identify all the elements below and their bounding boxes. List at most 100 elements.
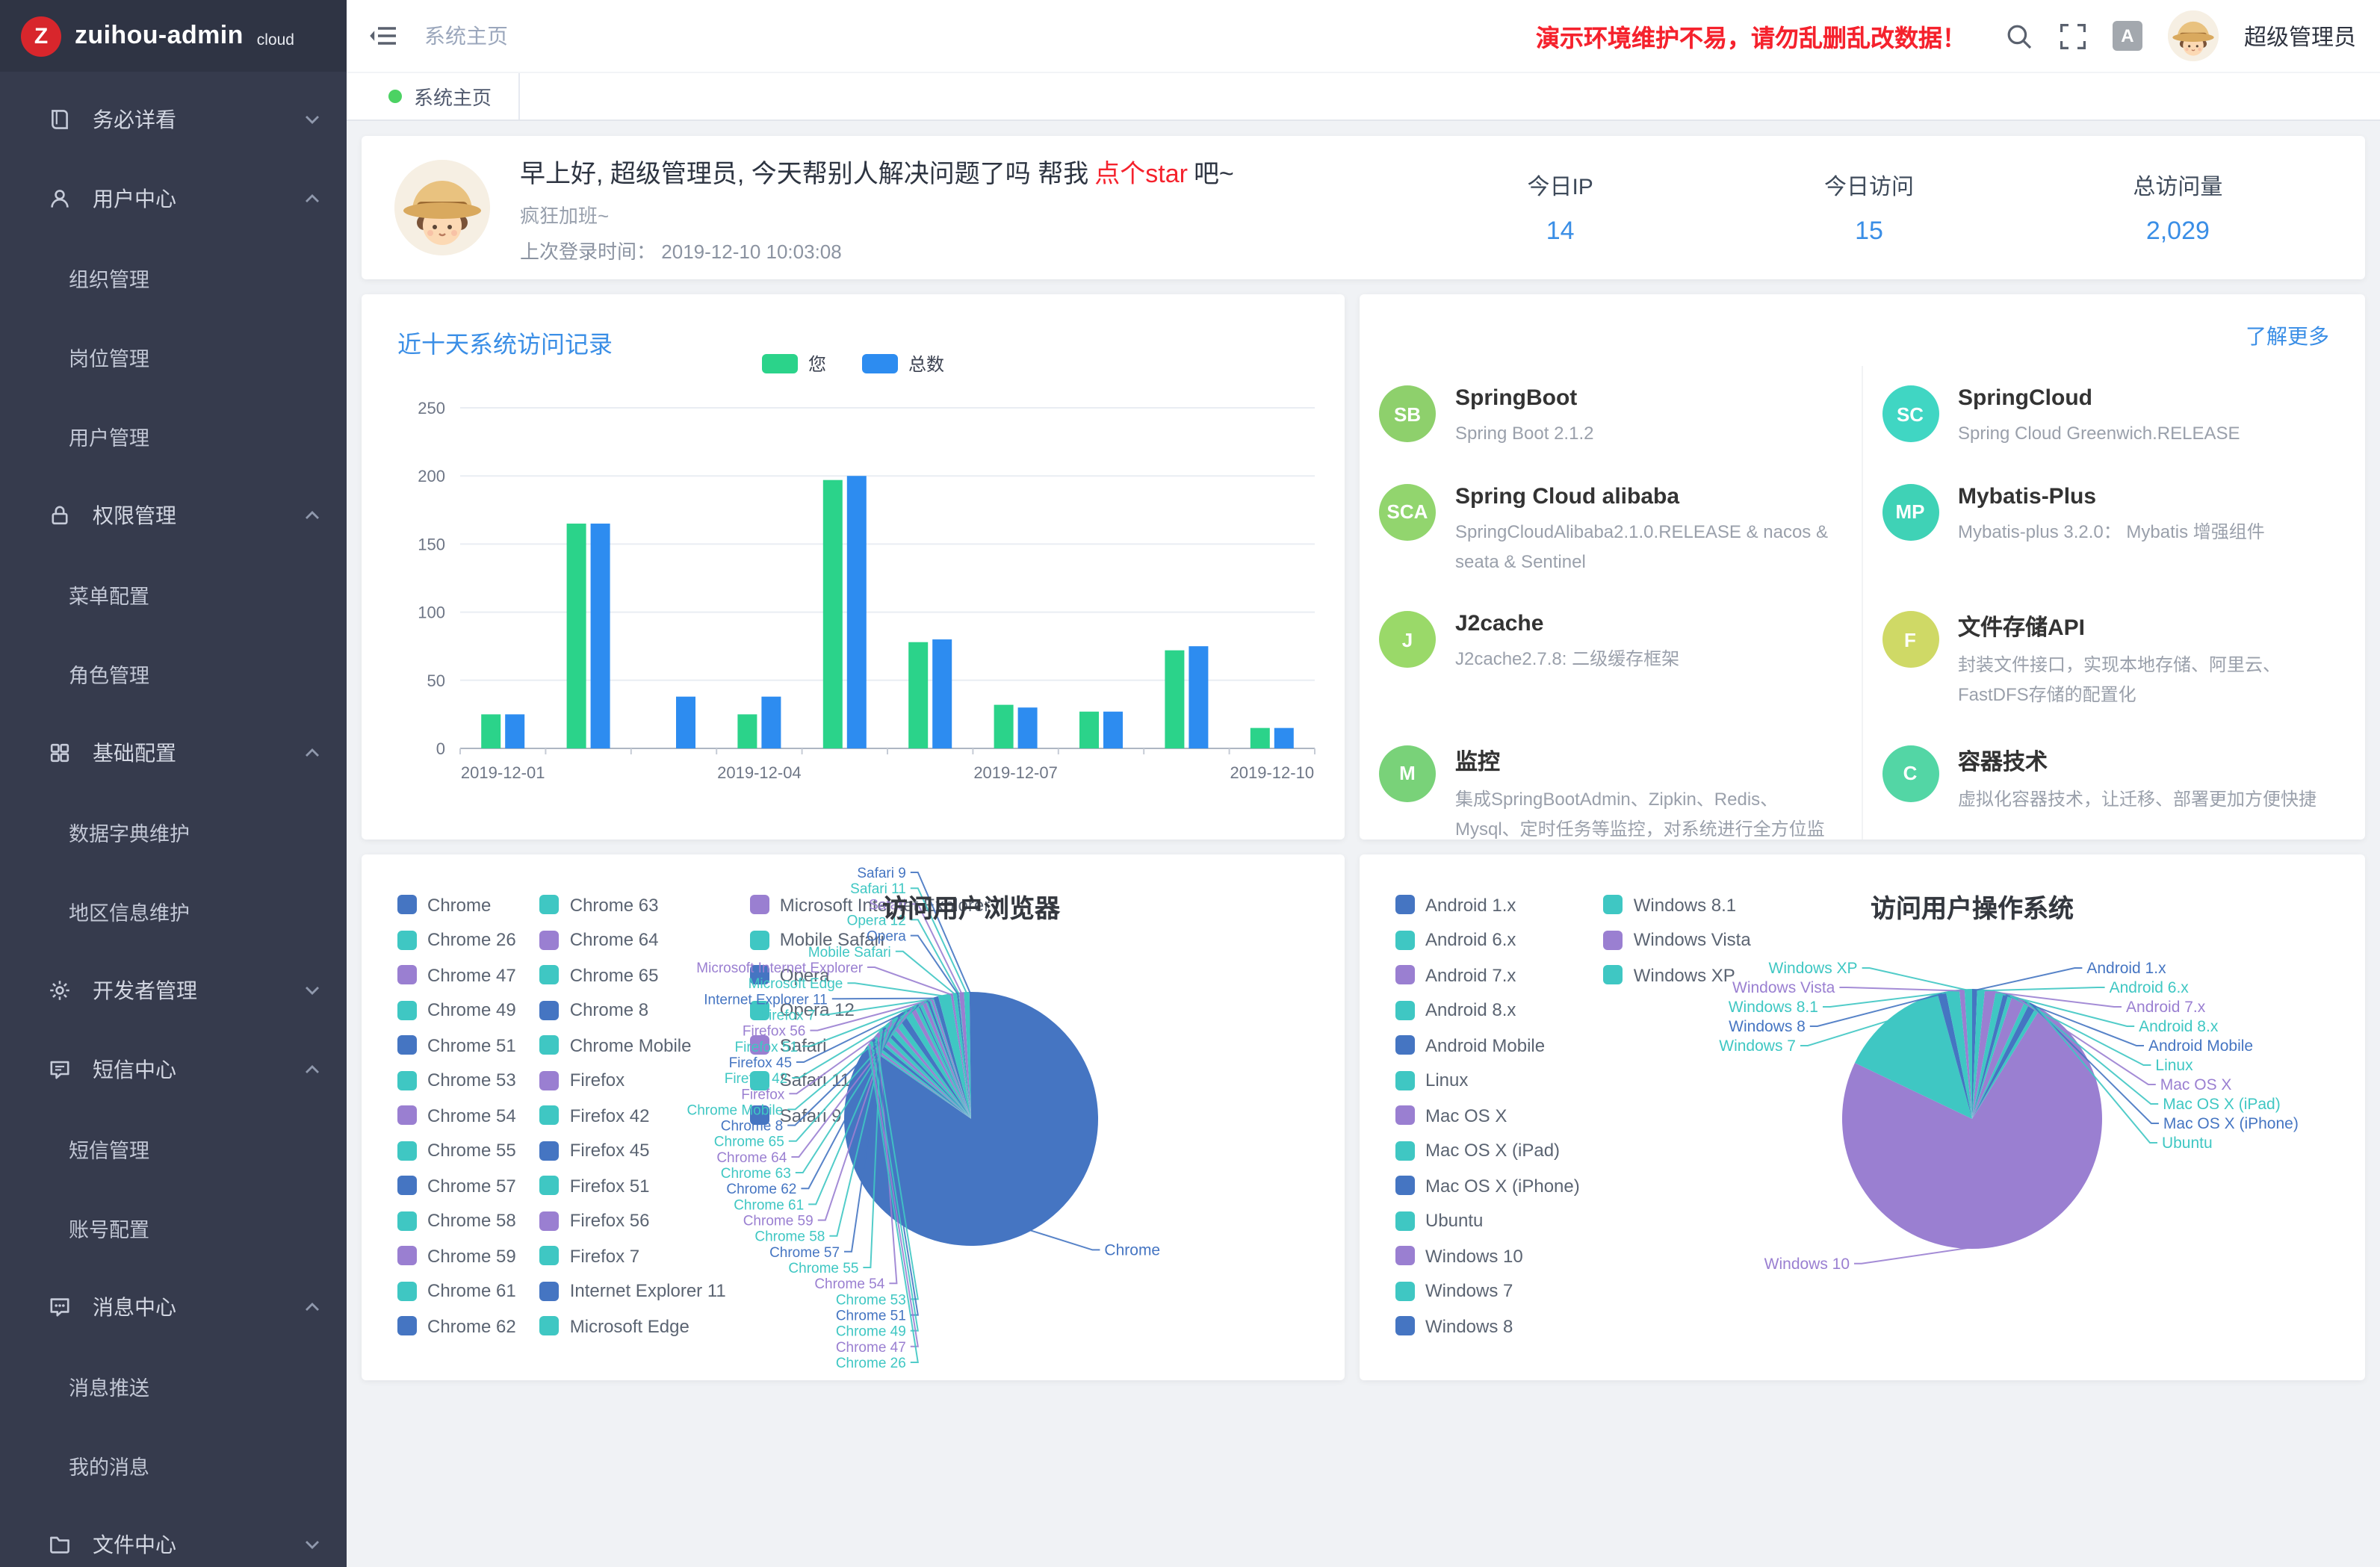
sidebar-item-developer[interactable]: 开发者管理 <box>0 950 347 1029</box>
bar-您-2019-12-09[interactable] <box>1165 651 1184 748</box>
pie-slice-Mac OS X[interactable] <box>1972 996 2025 1119</box>
pie-slice-Windows 8[interactable] <box>1938 992 1972 1119</box>
tab-system-home[interactable]: 系统主页 <box>362 73 520 120</box>
sidebar-subitem[interactable]: 短信管理 <box>0 1108 347 1188</box>
sidebar-subitem[interactable]: 数据字典维护 <box>0 792 347 871</box>
pie-slice-Windows XP[interactable] <box>1965 989 1972 1119</box>
pie-slice-Android 8.x[interactable] <box>1972 991 2004 1119</box>
font-size-icon[interactable]: A <box>2113 21 2142 51</box>
legend-item[interactable]: Chrome 61 <box>397 1273 540 1309</box>
sidebar-item-user-center[interactable]: 用户中心 <box>0 158 347 238</box>
sidebar-subitem[interactable]: 组织管理 <box>0 238 347 317</box>
legend-item[interactable]: Chrome 57 <box>397 1168 540 1203</box>
pie-slice-Mac OS X (iPhone)[interactable] <box>1972 1002 2036 1119</box>
legend-item[interactable]: Chrome 65 <box>540 958 750 993</box>
legend-item[interactable]: Mac OS X <box>1395 1098 1604 1133</box>
legend-item[interactable]: Firefox 51 <box>540 1168 750 1203</box>
legend-item[interactable]: Safari <box>750 1028 1014 1063</box>
legend-item[interactable]: Firefox 7 <box>540 1238 750 1273</box>
legend-item[interactable]: Safari 11 <box>750 1063 1014 1098</box>
bar-总数-2019-12-08[interactable] <box>1103 712 1123 748</box>
legend-item[interactable]: Chrome 51 <box>397 1028 540 1063</box>
bar-总数-2019-12-04[interactable] <box>761 697 781 748</box>
pie-slice-Android 1.x[interactable] <box>1972 989 1977 1119</box>
legend-item[interactable]: Microsoft Edge <box>540 1309 750 1344</box>
legend-item[interactable]: Chrome 55 <box>397 1133 540 1168</box>
pie-slice-Mac OS X (iPad)[interactable] <box>1972 1000 2030 1119</box>
sidebar-item-base-config[interactable]: 基础配置 <box>0 713 347 792</box>
legend-item[interactable]: Chrome Mobile <box>540 1028 750 1063</box>
sidebar-subitem[interactable]: 账号配置 <box>0 1188 347 1267</box>
legend-item[interactable]: Windows 7 <box>1395 1273 1604 1309</box>
bar-您-2019-12-10[interactable] <box>1251 728 1270 748</box>
sidebar-item-message-center[interactable]: 消息中心 <box>0 1267 347 1346</box>
bar-总数-2019-12-03[interactable] <box>676 697 695 748</box>
legend-item[interactable]: Android 1.x <box>1395 887 1604 922</box>
username[interactable]: 超级管理员 <box>2244 20 2356 52</box>
bar-您-2019-12-02[interactable] <box>567 524 586 748</box>
pie-slice-Windows 7[interactable] <box>1855 993 1972 1119</box>
pie-slice-Android Mobile[interactable] <box>1972 993 2009 1119</box>
legend-item[interactable]: Android Mobile <box>1395 1028 1604 1063</box>
legend-item[interactable]: Chrome 63 <box>540 887 750 922</box>
bar-总数-2019-12-05[interactable] <box>847 476 867 748</box>
legend-item[interactable]: Firefox 42 <box>540 1098 750 1133</box>
pie-slice-Linux[interactable] <box>1972 994 2012 1119</box>
sidebar-subitem[interactable]: 用户管理 <box>0 396 347 475</box>
legend-item[interactable]: Chrome 64 <box>540 922 750 958</box>
legend-item[interactable]: Windows 10 <box>1395 1238 1604 1273</box>
legend-item[interactable]: Chrome 59 <box>397 1238 540 1273</box>
legend-item[interactable]: Opera 12 <box>750 993 1014 1028</box>
legend-item[interactable]: Ubuntu <box>1395 1203 1604 1238</box>
sidebar-subitem[interactable]: 菜单配置 <box>0 554 347 633</box>
bar-总数-2019-12-09[interactable] <box>1189 646 1208 748</box>
user-avatar[interactable] <box>2168 10 2219 61</box>
fullscreen-icon[interactable] <box>2059 22 2087 50</box>
legend-item[interactable]: Chrome 53 <box>397 1063 540 1098</box>
bar-legend-item[interactable]: 总数 <box>862 351 944 376</box>
legend-item[interactable]: Firefox <box>540 1063 750 1098</box>
legend-item[interactable]: Windows 8 <box>1395 1309 1604 1344</box>
sidebar-item-file-center[interactable]: 文件中心 <box>0 1504 347 1567</box>
legend-item[interactable]: Android 8.x <box>1395 993 1604 1028</box>
legend-item[interactable]: Opera <box>750 958 1014 993</box>
legend-item[interactable]: Internet Explorer 11 <box>540 1273 750 1309</box>
legend-item[interactable]: Safari 9 <box>750 1098 1014 1133</box>
pie-slice-Windows 10[interactable] <box>1842 1008 2102 1249</box>
legend-item[interactable]: Chrome 49 <box>397 993 540 1028</box>
sidebar-subitem[interactable]: 我的消息 <box>0 1425 347 1504</box>
legend-item[interactable]: Windows Vista <box>1604 922 1775 958</box>
legend-item[interactable]: Chrome 54 <box>397 1098 540 1133</box>
bar-总数-2019-12-06[interactable] <box>932 639 952 748</box>
legend-item[interactable]: Chrome <box>397 887 540 922</box>
bar-您-2019-12-07[interactable] <box>994 705 1014 748</box>
bar-legend-item[interactable]: 您 <box>762 351 826 376</box>
sidebar-item-must-read[interactable]: 务必详看 <box>0 79 347 158</box>
legend-item[interactable]: Android 7.x <box>1395 958 1604 993</box>
sidebar-subitem[interactable]: 岗位管理 <box>0 317 347 396</box>
pie-slice-Ubuntu[interactable] <box>1972 1006 2040 1119</box>
bar-您-2019-12-04[interactable] <box>737 714 757 748</box>
pie-slice-Windows Vista[interactable] <box>1959 989 1972 1119</box>
legend-item[interactable]: Android 6.x <box>1395 922 1604 958</box>
bar-总数-2019-12-10[interactable] <box>1274 728 1294 748</box>
sidebar-subitem[interactable]: 地区信息维护 <box>0 871 347 950</box>
legend-item[interactable]: Firefox 45 <box>540 1133 750 1168</box>
sidebar-subitem[interactable]: 消息推送 <box>0 1346 347 1425</box>
learn-more-link[interactable]: 了解更多 <box>2246 321 2329 351</box>
pie-slice-Android 7.x[interactable] <box>1972 990 1996 1119</box>
legend-item[interactable]: Windows 8.1 <box>1604 887 1775 922</box>
sidebar-item-sms-center[interactable]: 短信中心 <box>0 1029 347 1108</box>
legend-item[interactable]: Chrome 47 <box>397 958 540 993</box>
bar-您-2019-12-01[interactable] <box>481 714 501 748</box>
search-icon[interactable] <box>2005 22 2033 50</box>
pie-slice-Windows 8.1[interactable] <box>1946 990 1972 1119</box>
legend-item[interactable]: Chrome 26 <box>397 922 540 958</box>
legend-item[interactable]: Mobile Safari <box>750 922 1014 958</box>
legend-item[interactable]: Chrome 62 <box>397 1309 540 1344</box>
bar-总数-2019-12-07[interactable] <box>1018 707 1038 748</box>
legend-item[interactable]: Chrome 58 <box>397 1203 540 1238</box>
bar-您-2019-12-08[interactable] <box>1079 712 1099 748</box>
legend-item[interactable]: Windows XP <box>1604 958 1775 993</box>
legend-item[interactable]: Linux <box>1395 1063 1604 1098</box>
